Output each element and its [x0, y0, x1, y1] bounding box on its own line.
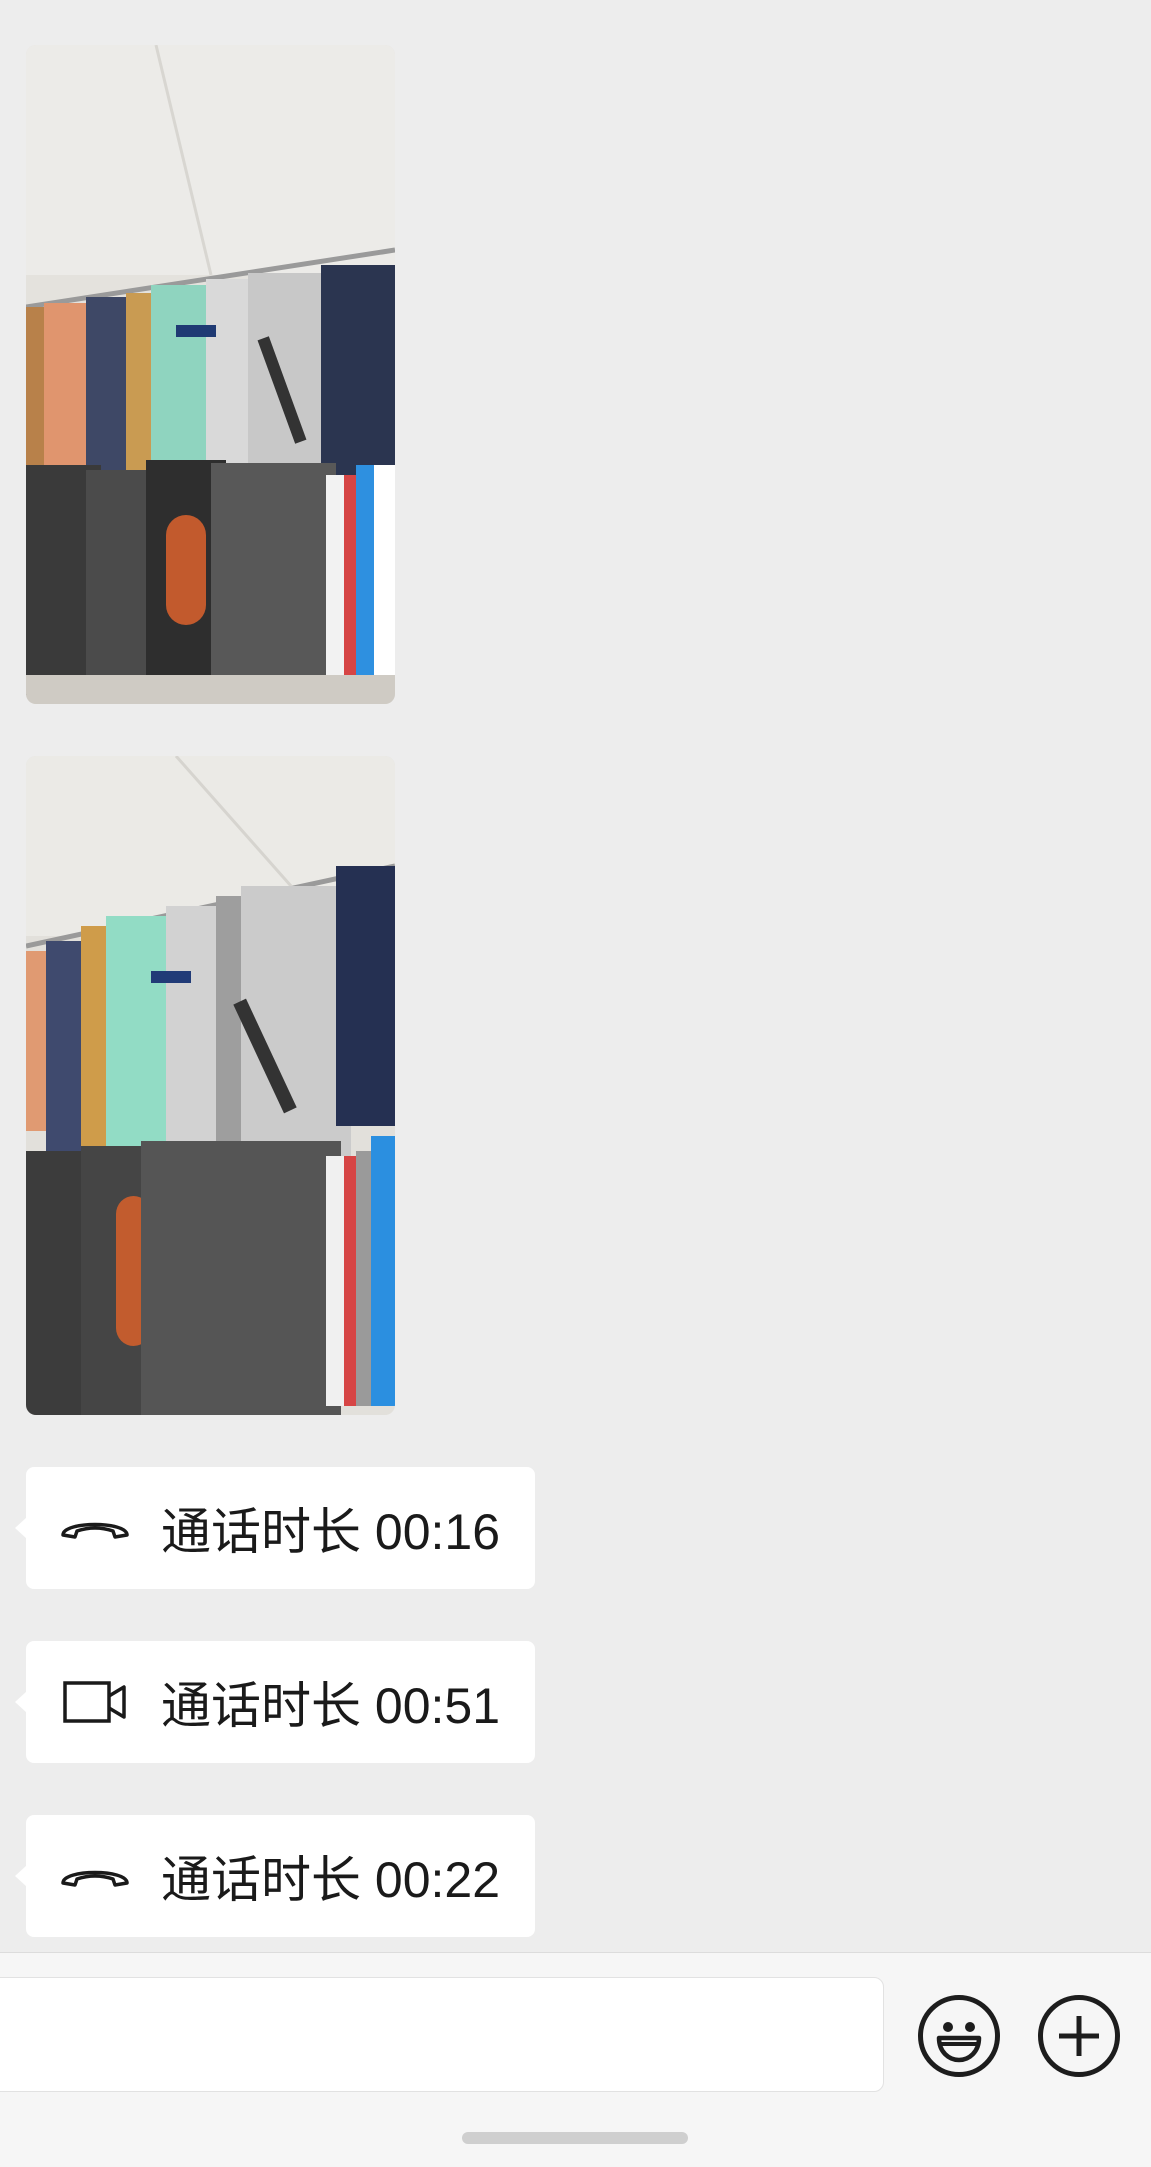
call-duration-text: 通话时长 00:51 — [161, 1678, 501, 1734]
image-message[interactable] — [26, 45, 395, 704]
voice-call-record[interactable]: 通话时长 00:16 — [14, 1467, 536, 1589]
clothing-rack-photo — [26, 45, 395, 704]
chat-input-bar — [0, 1952, 1151, 2167]
home-indicator — [462, 2132, 688, 2144]
image-message[interactable] — [26, 756, 395, 1415]
chat-message-list[interactable]: 通话时长 00:16 通话时长 00:51 通话时长 00:22 — [0, 0, 1151, 1952]
plus-icon — [1059, 2016, 1099, 2056]
phone-call-icon — [59, 1507, 131, 1549]
call-duration-text: 通话时长 00:22 — [161, 1852, 501, 1908]
video-call-icon — [59, 1681, 131, 1723]
message-input[interactable] — [0, 1977, 884, 2092]
emoji-button[interactable] — [918, 1995, 1000, 2077]
voice-call-record[interactable]: 通话时长 00:22 — [14, 1815, 536, 1937]
emoji-icon — [936, 2022, 982, 2063]
phone-call-icon — [59, 1855, 131, 1897]
call-duration-text: 通话时长 00:16 — [161, 1504, 501, 1560]
more-button[interactable] — [1038, 1995, 1120, 2077]
video-call-record[interactable]: 通话时长 00:51 — [14, 1641, 536, 1763]
clothing-rack-photo — [26, 756, 395, 1415]
